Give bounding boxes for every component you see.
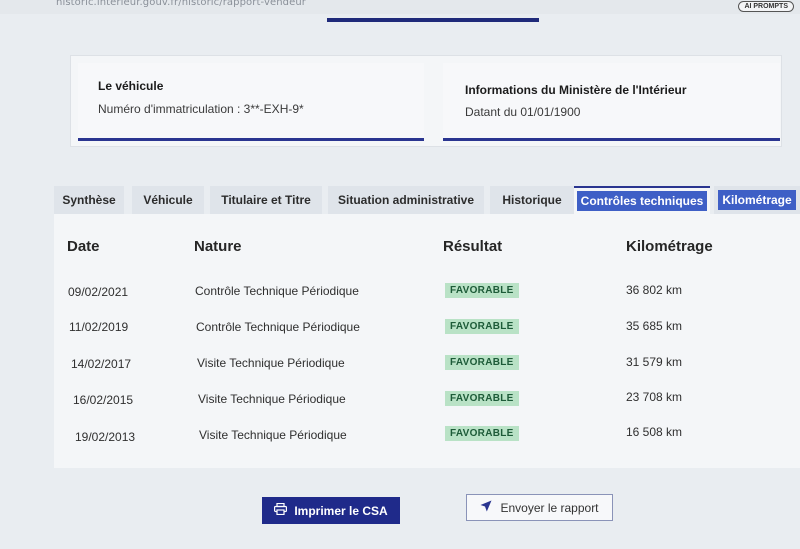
status-badge: FAVORABLE: [445, 426, 519, 441]
header-nature: Nature: [194, 238, 242, 255]
print-csa-label: Imprimer le CSA: [294, 503, 388, 518]
ministry-card-title: Informations du Ministère de l'Intérieur: [465, 83, 687, 97]
ministry-date: Datant du 01/01/1900: [465, 105, 581, 119]
row-mileage: 31 579 km: [626, 355, 683, 369]
row-nature: Visite Technique Périodique: [198, 392, 346, 406]
ai-prompts-chip[interactable]: AI PROMPTS: [738, 1, 794, 12]
tab-situation-administrative[interactable]: Situation administrative: [328, 186, 484, 214]
header-result: Résultat: [443, 238, 503, 255]
vehicle-card-title: Le véhicule: [98, 79, 164, 93]
row-date: 19/02/2013: [75, 430, 136, 444]
row-nature: Contrôle Technique Périodique: [196, 320, 360, 334]
tab-synthese[interactable]: Synthèse: [54, 186, 124, 214]
header-mileage: Kilométrage: [626, 238, 713, 255]
row-date: 09/02/2021: [68, 285, 129, 299]
browser-bar: historic.interieur.gouv.fr/historic/rapp…: [0, 0, 800, 14]
row-date: 14/02/2017: [71, 357, 132, 371]
status-badge: FAVORABLE: [445, 355, 519, 370]
tab-controles-techniques[interactable]: Contrôles techniques: [574, 186, 710, 214]
send-report-label: Envoyer le rapport: [500, 500, 599, 515]
vehicle-card: Le véhicule Numéro d'immatriculation : 3…: [78, 63, 424, 141]
row-nature: Contrôle Technique Périodique: [195, 284, 359, 298]
row-nature: Visite Technique Périodique: [197, 356, 345, 370]
row-mileage: 23 708 km: [626, 390, 683, 404]
row-date: 16/02/2015: [73, 393, 134, 407]
status-badge: FAVORABLE: [445, 391, 519, 406]
row-nature: Visite Technique Périodique: [199, 428, 347, 442]
tab-titulaire[interactable]: Titulaire et Titre: [210, 186, 322, 214]
url-text[interactable]: historic.interieur.gouv.fr/historic/rapp…: [56, 0, 306, 8]
print-csa-button[interactable]: Imprimer le CSA: [262, 497, 400, 524]
send-report-button[interactable]: Envoyer le rapport: [466, 494, 613, 521]
active-indicator: [327, 18, 539, 22]
row-date: 11/02/2019: [69, 320, 129, 334]
printer-icon: [274, 502, 288, 518]
header-date: Date: [67, 238, 100, 255]
tab-historique[interactable]: Historique: [490, 186, 574, 214]
status-badge: FAVORABLE: [445, 283, 519, 298]
row-mileage: 16 508 km: [626, 425, 683, 439]
row-mileage: 36 802 km: [626, 283, 683, 297]
ministry-card: Informations du Ministère de l'Intérieur…: [443, 63, 780, 141]
send-icon: [480, 500, 492, 515]
row-mileage: 35 685 km: [626, 319, 683, 333]
tab-vehicule[interactable]: Véhicule: [132, 186, 204, 214]
tab-kilometrage[interactable]: Kilométrage: [714, 186, 800, 214]
status-badge: FAVORABLE: [445, 319, 519, 334]
registration-number: Numéro d'immatriculation : 3**-EXH-9*: [98, 102, 304, 116]
